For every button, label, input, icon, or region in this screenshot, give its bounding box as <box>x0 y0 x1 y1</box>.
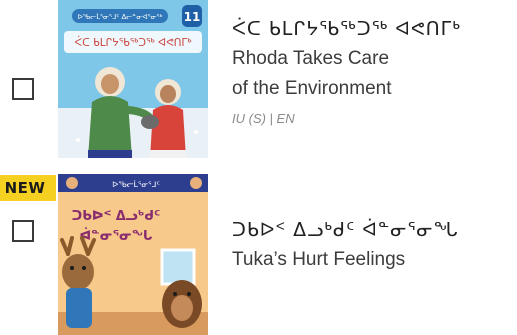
select-checkbox[interactable] <box>12 220 34 242</box>
book-title-syllabics[interactable]: ᑐᑲᐅᑉ ᐃᓗᒃᑯᑦ ᐋᓐᓂᕐᓂᖓ <box>232 215 517 245</box>
book-cover[interactable]: ᐅᖃᓕᒫᕐᓂᕐᒧᑦ ᑐᑲᐅᑉ ᐃᓗᒃᑯᑦ ᐋᓐᓂᕐᓂᖓ <box>58 174 208 335</box>
cover-illustration: ᐅᖃᓕᒫᕐᓂᕐᒧᑦ ᐃᓕᓐᓂᐊᕐᓂᖅ 11 ᐹᑕ ᑲᒪᒋᔭᖃᖅᑐᖅ ᐊᕙᑎᒥᒃ <box>58 0 208 158</box>
cover-illustration: ᐅᖃᓕᒫᕐᓂᕐᒧᑦ ᑐᑲᐅᑉ ᐃᓗᒃᑯᑦ ᐋᓐᓂᕐᓂᖓ <box>58 174 208 335</box>
select-checkbox[interactable] <box>12 78 34 100</box>
book-list-item: ᐅᖃᓕᒫᕐᓂᕐᒧᑦ ᑐᑲᐅᑉ ᐃᓗᒃᑯᑦ ᐋᓐᓂᕐᓂᖓ NEW ᑐᑲᐅᑉ ᐃᓗᒃ… <box>0 166 517 335</box>
book-cover[interactable]: ᐅᖃᓕᒫᕐᓂᕐᒧᑦ ᐃᓕᓐᓂᐊᕐᓂᖅ 11 ᐹᑕ ᑲᒪᒋᔭᖃᖅᑐᖅ ᐊᕙᑎᒥᒃ <box>58 0 208 158</box>
book-list-item: ᐅᖃᓕᒫᕐᓂᕐᒧᑦ ᐃᓕᓐᓂᐊᕐᓂᖅ 11 ᐹᑕ ᑲᒪᒋᔭᖃᖅᑐᖅ ᐊᕙᑎᒥᒃ <box>0 0 517 163</box>
book-info: ᐹᑕ ᑲᒪᒋᔭᖃᖅᑐᖅ ᐊᕙᑎᒥᒃ Rhoda Takes Care of th… <box>232 14 517 126</box>
cover-title: ᐹᑕ ᑲᒪᒋᔭᖃᖅᑐᖅ ᐊᕙᑎᒥᒃ <box>74 36 191 49</box>
book-title-english[interactable]: Rhoda Takes Care of the Environment <box>232 44 517 104</box>
book-title-english-line: of the Environment <box>232 78 392 99</box>
cover-top-banner-text: ᐅᖃᓕᒫᕐᓂᕐᒧᑦ <box>112 179 160 189</box>
book-title-english-line: Rhoda Takes Care <box>232 48 390 69</box>
book-title-english[interactable]: Tuka’s Hurt Feelings <box>232 245 517 275</box>
cover-number: 11 <box>184 10 201 24</box>
new-badge: NEW <box>0 175 56 201</box>
book-title-syllabics[interactable]: ᐹᑕ ᑲᒪᒋᔭᖃᖅᑐᖅ ᐊᕙᑎᒥᒃ <box>232 14 517 44</box>
book-languages: IU (S) | EN <box>232 111 295 126</box>
book-info: ᑐᑲᐅᑉ ᐃᓗᒃᑯᑦ ᐋᓐᓂᕐᓂᖓ Tuka’s Hurt Feelings <box>232 215 517 275</box>
cover-top-banner-text: ᐅᖃᓕᒫᕐᓂᕐᒧᑦ ᐃᓕᓐᓂᐊᕐᓂᖅ <box>78 13 163 21</box>
cover-title-line: ᐋᓐᓂᕐᓂᖓ <box>79 228 152 244</box>
cover-title-line: ᑐᑲᐅᑉ ᐃᓗᒃᑯᑦ <box>72 209 161 224</box>
